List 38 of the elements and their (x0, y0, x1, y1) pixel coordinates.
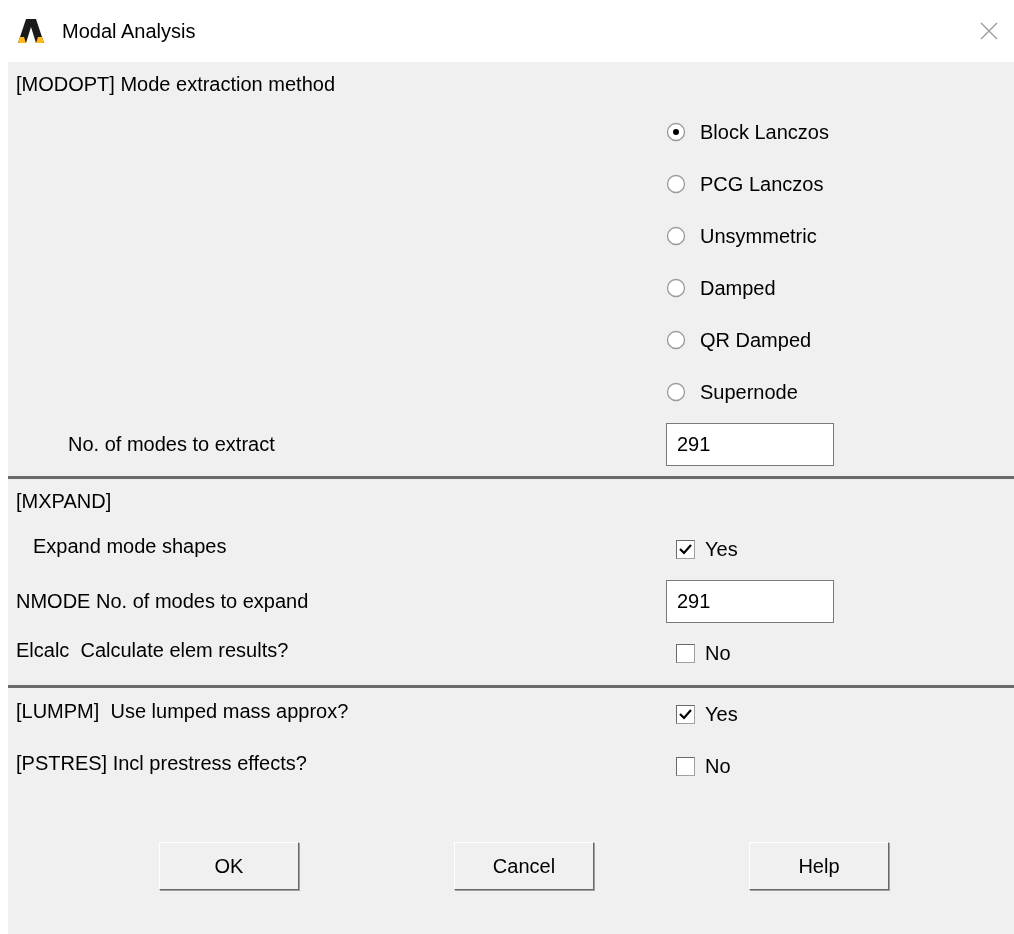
checkbox[interactable] (676, 704, 695, 724)
radio-button[interactable] (666, 382, 686, 402)
checkbox-option[interactable]: Yes (668, 534, 738, 564)
app-logo-icon (16, 17, 46, 45)
dialog-button[interactable]: Help (749, 842, 889, 890)
radio-option[interactable]: QR Damped (666, 325, 812, 355)
radio-option[interactable]: Block Lanczos (666, 117, 829, 147)
radio-button[interactable] (666, 278, 686, 298)
checkbox[interactable] (676, 643, 695, 663)
radio-button[interactable] (666, 122, 686, 142)
radio-button[interactable] (666, 330, 686, 350)
checkmark-icon (679, 543, 692, 555)
field-label: Expand mode shapes (32, 534, 228, 559)
checkbox[interactable] (676, 539, 695, 559)
radio-option[interactable]: Supernode (666, 377, 798, 407)
window-title: Modal Analysis (62, 19, 196, 44)
section-heading: [MXPAND] (16, 489, 112, 514)
radio-option[interactable]: PCG Lanczos (666, 169, 824, 199)
checkmark-icon (679, 708, 692, 720)
radio-button[interactable] (666, 174, 686, 194)
number-field[interactable]: 291 (666, 422, 834, 466)
field-label: NMODE No. of modes to expand (15, 589, 310, 614)
checkbox-option[interactable]: No (668, 751, 731, 781)
number-field[interactable]: 291 (666, 579, 834, 623)
close-icon[interactable] (980, 22, 998, 40)
radio-option[interactable]: Damped (666, 273, 776, 303)
field-label: [LUMPM] Use lumped mass approx? (15, 699, 350, 724)
radio-option[interactable]: Unsymmetric (666, 221, 817, 251)
checkbox[interactable] (676, 756, 695, 776)
checkbox-option[interactable]: Yes (668, 699, 738, 729)
field-label: No. of modes to extract (67, 432, 276, 457)
field-label: Elcalc Calculate elem results? (15, 638, 290, 663)
dialog-button[interactable]: Cancel (454, 842, 594, 890)
field-label: [PSTRES] Incl prestress effects? (15, 751, 308, 776)
section-heading: [MODOPT] Mode extraction method (16, 72, 335, 97)
checkbox-option[interactable]: No (668, 638, 731, 668)
radio-button[interactable] (666, 226, 686, 246)
dialog-button[interactable]: OK (159, 842, 299, 890)
